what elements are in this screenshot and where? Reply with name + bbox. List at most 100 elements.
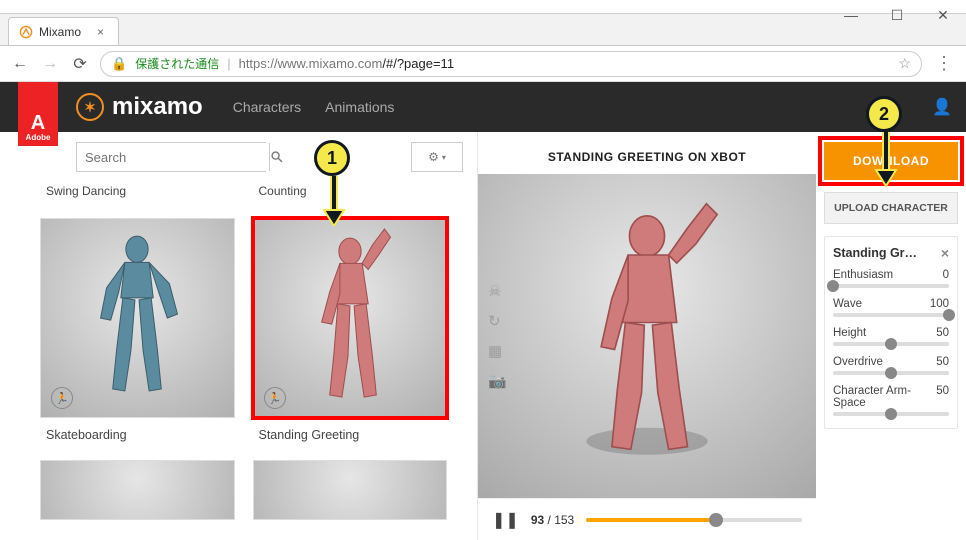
- upload-character-button[interactable]: UPLOAD CHARACTER: [824, 192, 958, 224]
- browser-menu-button[interactable]: ⋮: [932, 53, 956, 74]
- brand-logo[interactable]: ✶ mixamo: [76, 93, 203, 121]
- caret-down-icon: ▾: [442, 153, 446, 162]
- panel-close-button[interactable]: ×: [941, 245, 949, 261]
- card-label: Standing Greeting: [253, 418, 448, 448]
- param-slider[interactable]: [833, 412, 949, 416]
- stage-grid-icon[interactable]: ▦: [488, 342, 507, 360]
- gallery-pane: ⚙▾ Swing Dancing Counting: [0, 132, 478, 540]
- slider-thumb[interactable]: [827, 280, 839, 292]
- titlebar: [0, 0, 966, 14]
- param-slider[interactable]: [833, 371, 949, 375]
- viewer-pane: STANDING GREETING ON XBOT ☠ ↻ ▦ 📷: [478, 132, 816, 540]
- main-split: ⚙▾ Swing Dancing Counting: [0, 132, 966, 540]
- param-value: 100: [930, 298, 949, 310]
- param-row: Character Arm-Space50: [833, 385, 949, 416]
- gallery-toolbar: ⚙▾: [0, 132, 477, 182]
- window-maximize-button[interactable]: ☐: [874, 0, 920, 30]
- frame-counter: 93 / 153: [531, 513, 574, 527]
- search-input[interactable]: [77, 143, 269, 171]
- adobe-badge: A Adobe: [18, 82, 58, 146]
- slider-thumb[interactable]: [885, 408, 897, 420]
- back-button[interactable]: ←: [10, 55, 30, 73]
- run-indicator-icon: 🏃: [51, 387, 73, 409]
- seek-fill: [586, 518, 715, 522]
- gallery-card[interactable]: [253, 460, 448, 520]
- stage-camera-icon[interactable]: 📷: [488, 372, 507, 390]
- bookmark-star-icon[interactable]: ☆: [898, 55, 911, 72]
- param-row: Height 50: [833, 327, 949, 346]
- header-nav: Characters Animations: [233, 99, 395, 115]
- gallery-card[interactable]: Counting: [253, 182, 448, 206]
- panel-title: Standing Gr…: [833, 246, 917, 260]
- nav-characters[interactable]: Characters: [233, 99, 301, 115]
- thumbnail[interactable]: [253, 460, 448, 520]
- reload-button[interactable]: ⟳: [70, 54, 90, 74]
- gallery-card[interactable]: [40, 460, 235, 520]
- seek-bar[interactable]: [586, 518, 802, 522]
- params-panel: Standing Gr… × Enthusiasm0Wave100Height5…: [824, 236, 958, 429]
- stage-rotate-icon[interactable]: ↻: [488, 312, 507, 330]
- slider-thumb[interactable]: [885, 367, 897, 379]
- param-value: 50: [936, 356, 949, 368]
- gallery-scroll[interactable]: Swing Dancing Counting: [40, 182, 457, 540]
- run-indicator-icon: 🏃: [264, 387, 286, 409]
- thumbnail[interactable]: [40, 460, 235, 520]
- viewer-title: STANDING GREETING ON XBOT: [478, 132, 816, 174]
- window-close-button[interactable]: ✕: [920, 0, 966, 30]
- search-button[interactable]: [269, 143, 284, 171]
- gallery-card[interactable]: Swing Dancing: [40, 182, 235, 206]
- right-pane: STANDING GREETING ON XBOT ☠ ↻ ▦ 📷: [478, 132, 966, 540]
- seek-thumb[interactable]: [709, 513, 723, 527]
- param-row: Overdrive 50: [833, 356, 949, 375]
- thumbnail[interactable]: 🏃: [253, 218, 448, 418]
- adobe-logo-icon: A: [31, 113, 45, 133]
- param-value: 0: [943, 269, 949, 281]
- card-label: Skateboarding: [40, 418, 235, 448]
- annotation-badge-1: 1: [314, 140, 350, 176]
- param-row: Wave 100: [833, 298, 949, 317]
- param-value: 50: [936, 327, 949, 339]
- card-label: Swing Dancing: [40, 182, 235, 206]
- mannequin-pink-wave-icon: [273, 227, 427, 409]
- param-name: Overdrive: [833, 356, 883, 368]
- param-name: Character Arm-Space: [833, 385, 936, 409]
- nav-animations[interactable]: Animations: [325, 99, 394, 115]
- annotation-badge-2: 2: [866, 96, 902, 132]
- gallery-card[interactable]: 🏃 Skateboarding: [40, 218, 235, 448]
- annotation-arrow-2-icon: [874, 132, 898, 188]
- annotation-arrow-1-icon: [322, 176, 346, 226]
- mixamo-favicon-icon: [19, 25, 33, 39]
- gear-icon: ⚙: [428, 150, 439, 164]
- address-field[interactable]: 🔒 保護された通信 | https://www.mixamo.com/#/?pa…: [100, 51, 922, 77]
- browser-tab[interactable]: Mixamo ×: [8, 17, 119, 45]
- param-slider[interactable]: [833, 342, 949, 346]
- param-slider[interactable]: [833, 313, 949, 317]
- forward-button[interactable]: →: [40, 55, 60, 73]
- stage-mannequin-icon: [547, 201, 747, 471]
- param-name: Wave: [833, 298, 862, 310]
- brand-name: mixamo: [112, 93, 203, 121]
- adobe-label: Adobe: [26, 133, 51, 142]
- mannequin-blue-icon: [60, 227, 214, 409]
- viewer-stage[interactable]: ☠ ↻ ▦ 📷: [478, 174, 816, 498]
- slider-thumb[interactable]: [943, 309, 955, 321]
- window-minimize-button[interactable]: —: [828, 0, 874, 30]
- user-menu-icon[interactable]: 👤: [932, 97, 952, 117]
- param-name: Height: [833, 327, 866, 339]
- card-label: Counting: [253, 182, 448, 206]
- search-icon: [270, 150, 284, 164]
- secure-label: 保護された通信: [135, 55, 219, 72]
- gallery-card-selected[interactable]: 🏃 Standing Greeting: [253, 218, 448, 448]
- window-controls: — ☐ ✕: [828, 0, 966, 30]
- param-slider[interactable]: [833, 284, 949, 288]
- tab-close-icon[interactable]: ×: [97, 25, 104, 39]
- gallery-settings-button[interactable]: ⚙▾: [411, 142, 463, 172]
- thumbnail[interactable]: 🏃: [40, 218, 235, 418]
- browser-toolbar: ← → ⟳ 🔒 保護された通信 | https://www.mixamo.com…: [0, 46, 966, 82]
- browser-tabstrip: Mixamo ×: [0, 14, 966, 46]
- stage-info-icon[interactable]: ☠: [488, 282, 507, 300]
- app-header: ✶ mixamo Characters Animations 👤: [0, 82, 966, 132]
- playbar: ❚❚ 93 / 153: [478, 498, 816, 540]
- slider-thumb[interactable]: [885, 338, 897, 350]
- pause-button[interactable]: ❚❚: [492, 510, 519, 530]
